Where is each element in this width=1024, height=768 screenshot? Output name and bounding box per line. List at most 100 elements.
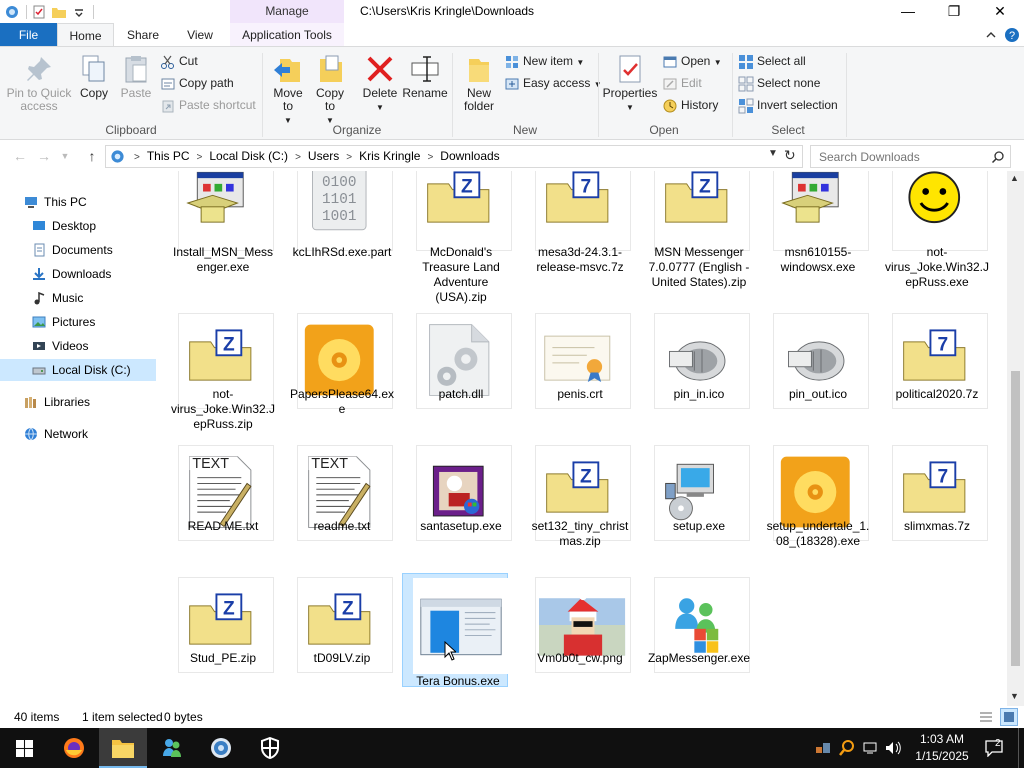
- open-button[interactable]: Open ▼: [662, 51, 722, 71]
- tab-share[interactable]: Share: [114, 23, 172, 47]
- edit-button[interactable]: Edit: [662, 73, 702, 93]
- tray-network-icon[interactable]: [862, 739, 880, 757]
- tab-file[interactable]: File: [0, 23, 57, 47]
- file-item[interactable]: not-virus_Joke.Win32.JepRuss.exe: [884, 171, 990, 293]
- file-item[interactable]: penis.crt: [527, 313, 633, 443]
- properties-button[interactable]: Properties ▼: [602, 53, 658, 114]
- scrollbar-thumb[interactable]: [1011, 371, 1020, 666]
- file-item[interactable]: pin_in.ico: [646, 313, 752, 443]
- pin-to-quick-access-button[interactable]: Pin to Quick access: [4, 53, 74, 113]
- taskbar-file-explorer[interactable]: [99, 728, 147, 768]
- easy-access-button[interactable]: Easy access ▼: [504, 73, 602, 93]
- copy-button[interactable]: Copy: [76, 53, 112, 100]
- breadcrumb-separator-icon[interactable]: >: [291, 147, 305, 168]
- file-item[interactable]: setup.exe: [646, 445, 752, 575]
- large-icons-view-icon[interactable]: [1000, 708, 1018, 726]
- scroll-up-arrow-icon[interactable]: ▲: [1010, 173, 1019, 183]
- file-item[interactable]: TEXT READ ME.txt: [170, 445, 276, 575]
- cut-button[interactable]: Cut: [160, 51, 198, 71]
- search-input[interactable]: [811, 146, 991, 167]
- taskbar-windows-security[interactable]: [246, 728, 294, 768]
- copy-path-button[interactable]: Copy path: [160, 73, 234, 93]
- taskbar-firefox[interactable]: [50, 728, 98, 768]
- customize-qat-icon[interactable]: [71, 4, 87, 20]
- nav-item-libraries[interactable]: Libraries: [0, 391, 156, 413]
- vertical-scrollbar[interactable]: ▲ ▼: [1007, 171, 1024, 706]
- tab-application-tools[interactable]: Application Tools: [230, 23, 344, 47]
- breadcrumb-item[interactable]: Downloads: [437, 146, 502, 167]
- new-item-button[interactable]: New item ▼: [504, 51, 584, 71]
- explorer-app-icon[interactable]: [4, 4, 20, 20]
- file-item[interactable]: TEXT readme.txt: [289, 445, 395, 575]
- address-dropdown-icon[interactable]: ▼: [768, 148, 778, 159]
- new-folder-quick-icon[interactable]: [51, 4, 67, 20]
- tray-search-app-icon[interactable]: [838, 739, 856, 757]
- file-item[interactable]: santasetup.exe: [408, 445, 514, 575]
- system-clock[interactable]: 1:03 AM 1/15/2025: [906, 731, 978, 765]
- file-item[interactable]: Tera Bonus.exe: [402, 573, 509, 688]
- file-item[interactable]: 7 slimxmas.7z: [884, 445, 990, 575]
- breadcrumb-item[interactable]: Users: [305, 146, 342, 167]
- breadcrumb-separator-icon[interactable]: >: [130, 147, 144, 168]
- scroll-down-arrow-icon[interactable]: ▼: [1010, 691, 1019, 701]
- file-item[interactable]: msn610155-windowsx.exe: [765, 171, 871, 293]
- breadcrumb-item[interactable]: Kris Kringle: [356, 146, 423, 167]
- search-icon[interactable]: [991, 150, 1005, 164]
- rename-button[interactable]: Rename: [402, 53, 448, 100]
- file-item[interactable]: Znot-virus_Joke.Win32.JepRuss.zip: [170, 313, 276, 443]
- file-item[interactable]: 7 political2020.7z: [884, 313, 990, 443]
- help-icon[interactable]: ?: [1004, 27, 1020, 43]
- file-item[interactable]: Z MSN Messenger 7.0.0777 (English - Unite…: [646, 171, 752, 293]
- move-to-button[interactable]: Move to ▼: [270, 53, 306, 127]
- file-item[interactable]: PapersPlease64.exe: [289, 313, 395, 443]
- select-none-button[interactable]: Select none: [738, 73, 820, 93]
- nav-item-desktop[interactable]: Desktop: [0, 215, 156, 237]
- tab-home[interactable]: Home: [57, 23, 114, 47]
- nav-item-pictures[interactable]: Pictures: [0, 311, 156, 333]
- properties-quick-icon[interactable]: [31, 4, 47, 20]
- file-item[interactable]: 7 mesa3d-24.3.1-release-msvc.7z: [527, 171, 633, 293]
- file-item[interactable]: Zset132_tiny_christmas.zip: [527, 445, 633, 575]
- invert-selection-button[interactable]: Invert selection: [738, 95, 838, 115]
- file-item[interactable]: pin_out.ico: [765, 313, 871, 443]
- forward-button[interactable]: →: [34, 146, 54, 166]
- history-button[interactable]: History: [662, 95, 718, 115]
- copy-to-button[interactable]: Copy to ▼: [312, 53, 348, 127]
- tab-view[interactable]: View: [172, 23, 228, 47]
- show-desktop-button[interactable]: [1018, 728, 1024, 768]
- file-item[interactable]: Install_MSN_Messenger.exe: [170, 171, 276, 293]
- paste-button[interactable]: Paste: [118, 53, 154, 100]
- up-button[interactable]: ↑: [82, 146, 102, 166]
- file-item[interactable]: ZtD09LV.zip: [289, 577, 395, 706]
- new-folder-button[interactable]: New folder: [458, 53, 500, 113]
- select-all-button[interactable]: Select all: [738, 51, 806, 71]
- taskbar-app-globe[interactable]: [197, 728, 245, 768]
- refresh-icon[interactable]: ↻: [784, 147, 796, 164]
- nav-item-music[interactable]: Music: [0, 287, 156, 309]
- breadcrumb-item[interactable]: This PC: [144, 146, 193, 167]
- file-item[interactable]: setup_undertale_1.08_(18328).exe: [765, 445, 871, 575]
- close-button[interactable]: ✕: [977, 0, 1023, 23]
- tray-network-app-icon[interactable]: [814, 739, 832, 757]
- file-item[interactable]: Z Stud_PE.zip: [170, 577, 276, 706]
- nav-item-documents[interactable]: Documents: [0, 239, 156, 261]
- nav-item-downloads[interactable]: Downloads: [0, 263, 156, 285]
- minimize-button[interactable]: —: [885, 0, 931, 23]
- nav-item-pc[interactable]: This PC: [0, 191, 156, 213]
- file-item[interactable]: patch.dll: [408, 313, 514, 443]
- file-item[interactable]: Vm0b0t_cw.png: [527, 577, 633, 706]
- start-button[interactable]: [0, 728, 48, 768]
- file-item[interactable]: Z McDonald's Treasure Land Adventure (USA…: [408, 171, 514, 304]
- details-view-icon[interactable]: [978, 709, 994, 725]
- breadcrumb-separator-icon[interactable]: >: [193, 147, 207, 168]
- taskbar-msn-messenger[interactable]: [148, 728, 196, 768]
- collapse-ribbon-icon[interactable]: [985, 29, 997, 41]
- tray-volume-icon[interactable]: [884, 739, 902, 757]
- nav-item-network[interactable]: Network: [0, 423, 156, 445]
- file-item[interactable]: 0100 1101 1001 kcLIhRSd.exe.part: [289, 171, 395, 293]
- maximize-button[interactable]: ❐: [931, 0, 977, 23]
- paste-shortcut-button[interactable]: Paste shortcut: [160, 95, 256, 115]
- nav-item-disk[interactable]: Local Disk (C:): [0, 359, 156, 381]
- back-button[interactable]: ←: [10, 146, 30, 166]
- address-bar[interactable]: > This PC > Local Disk (C:) > Users > Kris Krin…: [105, 145, 803, 168]
